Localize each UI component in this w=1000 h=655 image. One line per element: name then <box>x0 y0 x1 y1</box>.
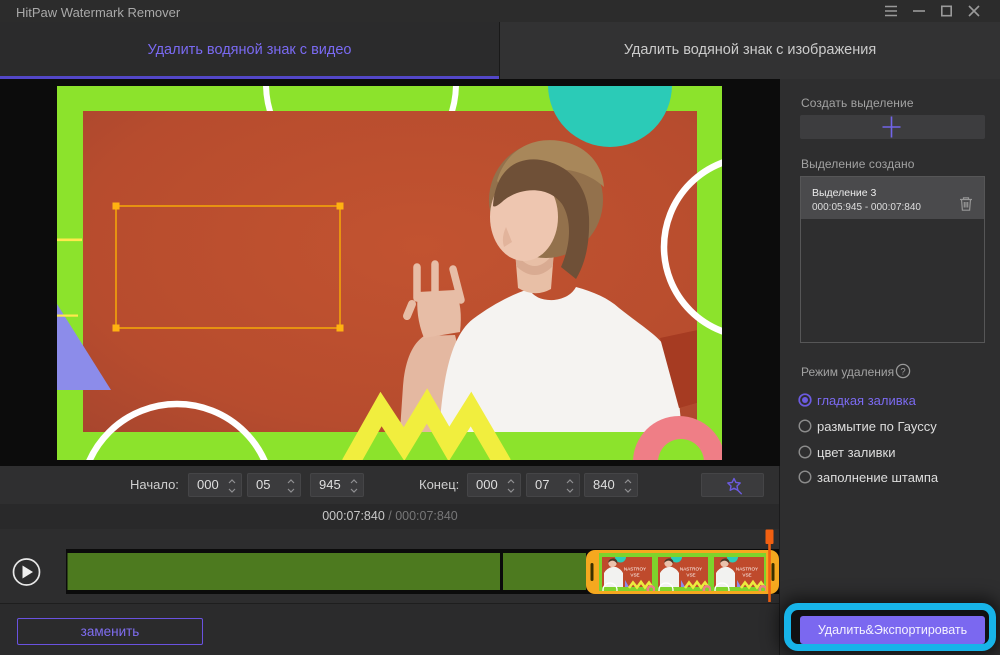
svg-text:?: ? <box>900 366 905 377</box>
